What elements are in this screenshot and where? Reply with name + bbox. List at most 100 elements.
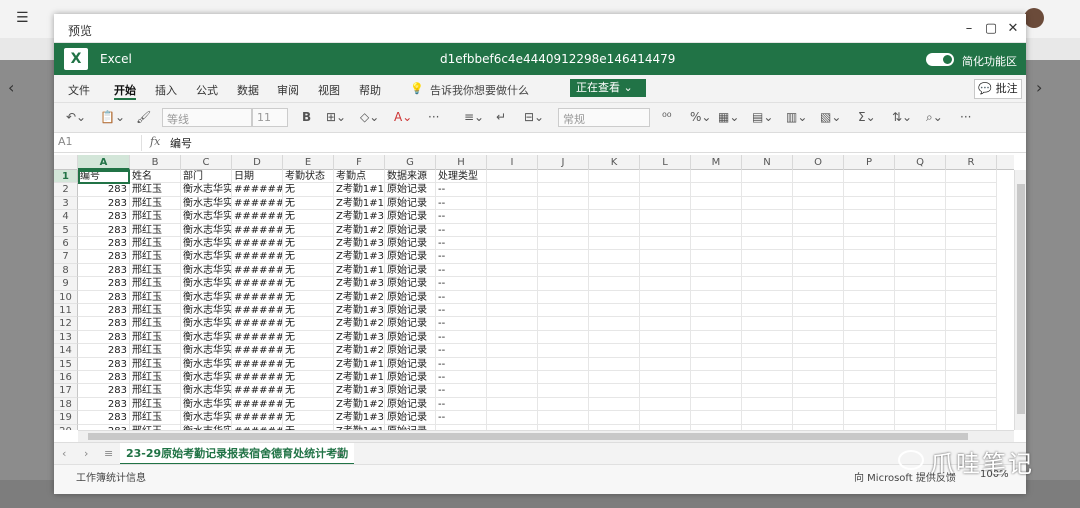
- table-cell[interactable]: [691, 357, 742, 371]
- table-cell[interactable]: 原始记录: [385, 397, 436, 412]
- table-cell[interactable]: [844, 210, 895, 224]
- table-cell[interactable]: 邢红玉: [130, 263, 181, 278]
- table-cell[interactable]: 衡水志华实: [181, 237, 232, 251]
- table-cell[interactable]: [793, 384, 844, 398]
- row-header[interactable]: 3: [54, 196, 78, 211]
- table-cell[interactable]: #######: [232, 183, 283, 197]
- table-cell[interactable]: 邢红玉: [130, 317, 181, 331]
- comment-button[interactable]: 💬 批注: [974, 79, 1022, 99]
- table-cell[interactable]: [742, 397, 793, 412]
- table-cell[interactable]: [793, 344, 844, 358]
- number-format-select[interactable]: 常规: [558, 108, 650, 127]
- table-cell[interactable]: [844, 411, 895, 425]
- row-header[interactable]: 18: [54, 397, 78, 412]
- table-cell[interactable]: [793, 371, 844, 385]
- table-cell[interactable]: [589, 304, 640, 318]
- table-cell[interactable]: [589, 411, 640, 425]
- table-cell[interactable]: Z考勤1#2F: [334, 290, 385, 304]
- table-cell[interactable]: [946, 304, 997, 318]
- header-cell[interactable]: [742, 170, 793, 184]
- header-cell[interactable]: [895, 170, 946, 184]
- table-cell[interactable]: Z考勤1#3F: [334, 250, 385, 264]
- table-cell[interactable]: [946, 384, 997, 398]
- table-format-icon[interactable]: ▤⌄: [752, 110, 773, 124]
- table-cell[interactable]: --: [436, 196, 487, 211]
- table-cell[interactable]: 衡水志华实: [181, 223, 232, 237]
- tab-insert[interactable]: 插入: [155, 82, 177, 98]
- header-cell[interactable]: [487, 170, 538, 184]
- header-cell[interactable]: 考勤状态: [283, 170, 334, 184]
- table-cell[interactable]: --: [436, 317, 487, 331]
- tab-review[interactable]: 审阅: [277, 82, 299, 98]
- table-cell[interactable]: 原始记录: [385, 357, 436, 371]
- table-cell[interactable]: 283: [78, 357, 130, 371]
- table-cell[interactable]: [487, 183, 538, 197]
- table-cell[interactable]: [691, 263, 742, 278]
- insert-cells-icon[interactable]: ▧⌄: [820, 110, 841, 124]
- table-cell[interactable]: [844, 290, 895, 304]
- table-cell[interactable]: [691, 304, 742, 318]
- header-cell[interactable]: [589, 170, 640, 184]
- table-cell[interactable]: Z考勤1#3F: [334, 384, 385, 398]
- table-cell[interactable]: 衡水志华实: [181, 411, 232, 425]
- table-cell[interactable]: [946, 210, 997, 224]
- font-name-select[interactable]: 等线: [162, 108, 252, 127]
- table-cell[interactable]: [589, 223, 640, 237]
- table-cell[interactable]: --: [436, 384, 487, 398]
- table-cell[interactable]: [640, 290, 691, 304]
- table-cell[interactable]: [691, 317, 742, 331]
- table-cell[interactable]: [589, 263, 640, 278]
- column-header-n[interactable]: N: [742, 155, 793, 170]
- fill-color-icon[interactable]: ◇⌄: [360, 110, 379, 124]
- column-header-g[interactable]: G: [385, 155, 436, 170]
- header-cell[interactable]: 考勤点: [334, 170, 385, 184]
- table-cell[interactable]: --: [436, 304, 487, 318]
- table-cell[interactable]: [793, 317, 844, 331]
- table-cell[interactable]: 283: [78, 210, 130, 224]
- table-cell[interactable]: [487, 277, 538, 291]
- table-cell[interactable]: Z考勤1#2F: [334, 344, 385, 358]
- table-cell[interactable]: 邢红玉: [130, 183, 181, 197]
- table-cell[interactable]: [895, 183, 946, 197]
- table-cell[interactable]: [487, 263, 538, 278]
- table-cell[interactable]: [742, 183, 793, 197]
- tab-data[interactable]: 数据: [237, 82, 259, 98]
- table-cell[interactable]: [793, 357, 844, 371]
- table-cell[interactable]: 衡水志华实: [181, 183, 232, 197]
- table-cell[interactable]: [691, 330, 742, 345]
- table-cell[interactable]: [793, 397, 844, 412]
- table-cell[interactable]: 无: [283, 210, 334, 224]
- table-cell[interactable]: [640, 384, 691, 398]
- column-header-r[interactable]: R: [946, 155, 997, 170]
- table-cell[interactable]: [844, 250, 895, 264]
- table-cell[interactable]: --: [436, 344, 487, 358]
- table-cell[interactable]: [742, 237, 793, 251]
- table-cell[interactable]: #######: [232, 411, 283, 425]
- table-cell[interactable]: 原始记录: [385, 290, 436, 304]
- column-header-b[interactable]: B: [130, 155, 181, 170]
- table-cell[interactable]: 衡水志华实: [181, 384, 232, 398]
- table-cell[interactable]: Z考勤1#3F: [334, 330, 385, 345]
- cell-styles-icon[interactable]: ▥⌄: [786, 110, 807, 124]
- table-cell[interactable]: [793, 330, 844, 345]
- table-cell[interactable]: 邢红玉: [130, 290, 181, 304]
- table-cell[interactable]: #######: [232, 397, 283, 412]
- horizontal-scrollbar[interactable]: [78, 430, 1014, 442]
- header-cell[interactable]: [844, 170, 895, 184]
- table-cell[interactable]: 邢红玉: [130, 277, 181, 291]
- table-cell[interactable]: Z考勤1#2F: [334, 223, 385, 237]
- formula-value[interactable]: 编号: [170, 135, 192, 151]
- table-cell[interactable]: [538, 384, 589, 398]
- table-cell[interactable]: #######: [232, 250, 283, 264]
- table-cell[interactable]: [640, 183, 691, 197]
- table-cell[interactable]: [640, 317, 691, 331]
- table-cell[interactable]: [487, 371, 538, 385]
- tab-view[interactable]: 视图: [318, 82, 340, 98]
- header-cell[interactable]: 处理类型: [436, 170, 487, 184]
- table-cell[interactable]: [589, 290, 640, 304]
- row-header[interactable]: 19: [54, 411, 78, 425]
- table-cell[interactable]: [742, 344, 793, 358]
- table-cell[interactable]: Z考勤1#2F: [334, 397, 385, 412]
- table-cell[interactable]: [589, 183, 640, 197]
- table-cell[interactable]: 283: [78, 384, 130, 398]
